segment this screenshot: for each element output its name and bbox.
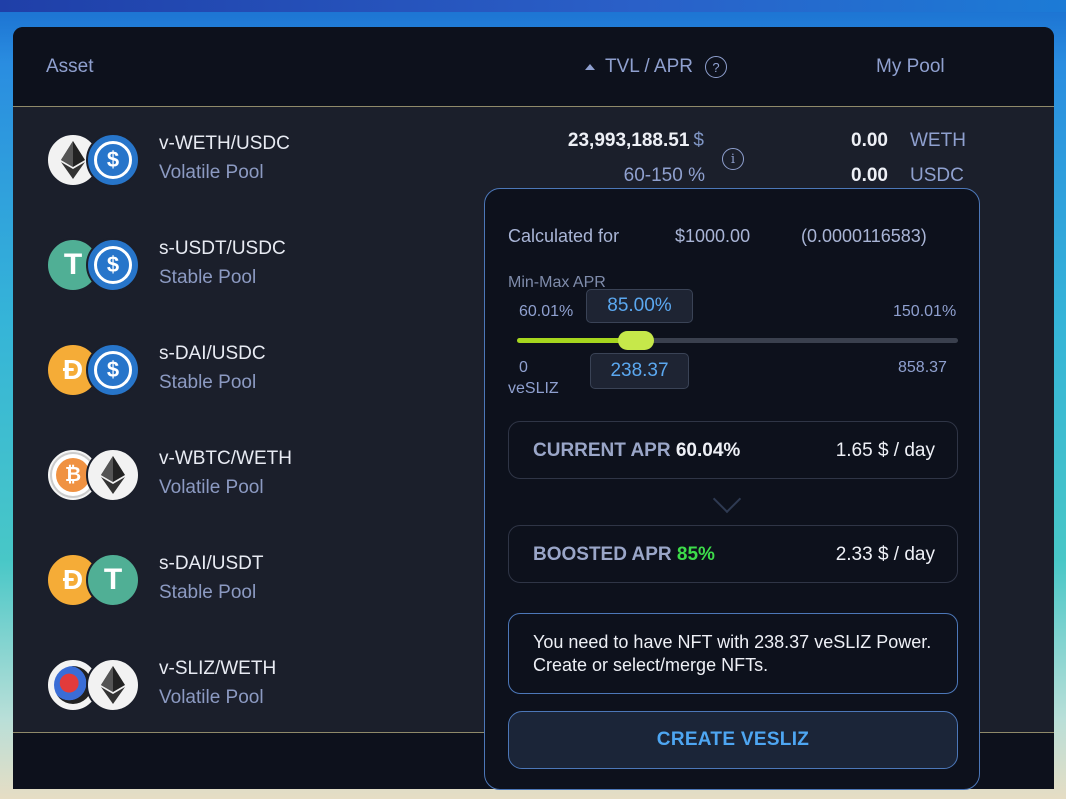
pool-type: Volatile Pool xyxy=(159,162,264,183)
boosted-apr-card: BOOSTED APR 85% 2.33 $ / day xyxy=(508,525,958,583)
pair-name: s-DAI/USDT xyxy=(159,553,264,574)
token-pair-icons: ₿ xyxy=(46,448,146,504)
usdc-icon: $ xyxy=(86,343,140,397)
pool-type: Volatile Pool xyxy=(159,687,264,708)
nft-requirement-message: You need to have NFT with 238.37 veSLIZ … xyxy=(508,613,958,694)
usdc-icon: $ xyxy=(86,238,140,292)
pair-name: v-SLIZ/WETH xyxy=(159,658,277,679)
current-apr-title: CURRENT APR xyxy=(533,440,671,461)
create-vesliz-button[interactable]: CREATE VESLIZ xyxy=(508,711,958,769)
vesliz-slider[interactable] xyxy=(517,331,958,350)
token-pair-icons: $ xyxy=(46,133,146,189)
current-apr-label: CURRENT APR 60.04% xyxy=(533,440,740,462)
column-tvl-apr[interactable]: TVL / APR ? xyxy=(585,56,727,78)
calculated-for-label: Calculated for xyxy=(508,226,620,246)
my-pool-value: 0.00 xyxy=(851,165,888,186)
chevron-down-icon xyxy=(712,484,742,514)
pool-type: Stable Pool xyxy=(159,582,257,603)
tvl-unit: $ xyxy=(693,130,704,151)
sort-up-icon xyxy=(585,64,595,70)
min-apr: 60.01% xyxy=(519,303,574,320)
my-pool-unit: WETH xyxy=(910,130,966,151)
apr-range: 60-150 % xyxy=(623,165,705,186)
token-pair-icons: T $ xyxy=(46,238,146,294)
pair-name: v-WETH/USDC xyxy=(159,133,290,154)
current-per-day: 1.65 $ / day xyxy=(835,440,935,461)
current-apr-box: 85.00% xyxy=(586,289,693,323)
calculated-amount: $1000.00 xyxy=(675,226,751,246)
tvl-value: 23,993,188.51 $ xyxy=(568,130,704,152)
top-band xyxy=(0,0,1066,12)
token-pair-icons xyxy=(46,658,146,714)
usdc-icon: $ xyxy=(86,133,140,187)
pair-name: v-WBTC/WETH xyxy=(159,448,292,469)
table-header: Asset TVL / APR ? My Pool xyxy=(13,27,1054,107)
help-icon[interactable]: ? xyxy=(705,56,727,78)
column-tvl-apr-label: TVL / APR xyxy=(605,56,693,77)
pool-type: Volatile Pool xyxy=(159,477,264,498)
my-pool-unit: USDC xyxy=(910,165,964,186)
pool-type: Stable Pool xyxy=(159,372,257,393)
boosted-apr-title: BOOSTED APR xyxy=(533,544,672,565)
pool-type: Stable Pool xyxy=(159,267,257,288)
tvl-amount: 23,993,188.51 xyxy=(567,130,690,151)
vesliz-value-box[interactable]: 238.37 xyxy=(590,353,689,389)
calculated-amount-tokens: (0.0000116583) xyxy=(801,226,927,246)
token-pair-icons: Đ $ xyxy=(46,343,146,399)
boosted-apr-pct: 85% xyxy=(676,544,715,565)
apr-info-icon[interactable]: i xyxy=(722,148,744,170)
vesliz-label: veSLIZ xyxy=(508,380,559,397)
my-pool-value: 0.00 xyxy=(851,130,888,151)
token-pair-icons: Đ T xyxy=(46,553,146,609)
column-my-pool[interactable]: My Pool xyxy=(876,56,945,78)
apr-calculator-popup: Calculated for $1000.00 (0.0000116583) M… xyxy=(484,188,980,790)
pair-name: s-DAI/USDC xyxy=(159,343,266,364)
eth-icon xyxy=(86,448,140,502)
vesliz-min: 0 xyxy=(519,359,528,376)
boosted-per-day: 2.33 $ / day xyxy=(835,544,935,565)
current-apr-pct: 60.04% xyxy=(675,440,741,461)
pair-name: s-USDT/USDC xyxy=(159,238,286,259)
boosted-apr-label: BOOSTED APR 85% xyxy=(533,544,715,566)
vesliz-max: 858.37 xyxy=(898,359,947,376)
max-apr: 150.01% xyxy=(893,303,957,320)
current-apr-card: CURRENT APR 60.04% 1.65 $ / day xyxy=(508,421,958,479)
column-asset[interactable]: Asset xyxy=(46,56,94,78)
usdt-icon: T xyxy=(86,553,140,607)
eth-icon xyxy=(86,658,140,712)
slider-thumb[interactable] xyxy=(618,331,654,350)
